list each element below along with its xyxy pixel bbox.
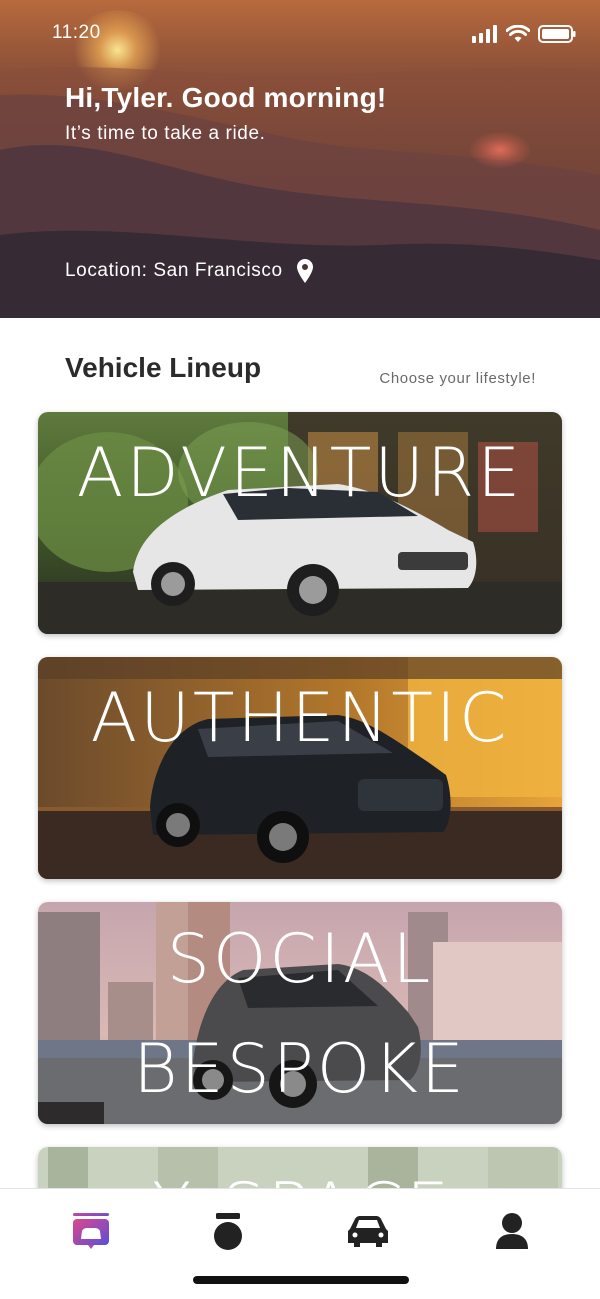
location-selector[interactable]: Location: San Francisco	[65, 259, 313, 283]
status-bar: 11:20	[0, 0, 600, 70]
orb-icon	[214, 1213, 242, 1250]
card-label-bespoke: BESPOKE	[133, 1030, 467, 1109]
tab-vehicle-lineup[interactable]	[67, 1207, 115, 1255]
lens-flare	[470, 132, 530, 168]
greeting-subtitle: It’s time to take a ride.	[65, 123, 266, 144]
location-label: Location: San Francisco	[65, 260, 283, 281]
tab-profile[interactable]	[488, 1207, 536, 1255]
card-label-social: SOCIAL	[166, 920, 434, 999]
home-indicator[interactable]	[193, 1276, 409, 1284]
lineup-card-adventure[interactable]: ADVENTURE	[38, 412, 562, 634]
card-label-authentic: AUTHENTIC	[90, 679, 510, 758]
profile-icon	[496, 1213, 528, 1249]
signal-icon	[472, 25, 497, 43]
card-label-adventure: ADVENTURE	[76, 434, 524, 513]
car-icon	[348, 1216, 388, 1247]
vehicle-lineup-icon	[73, 1213, 109, 1249]
tab-car[interactable]	[344, 1207, 392, 1255]
status-time: 11:20	[52, 22, 101, 43]
location-pin-icon[interactable]	[296, 259, 313, 283]
greeting-title: Hi,Tyler. Good morning!	[65, 82, 387, 113]
hero-banner: 11:20 Hi,Tyler. Good morning! It’s time …	[0, 0, 600, 318]
lineup-card-social-bespoke[interactable]: SOCIAL BESPOKE	[38, 902, 562, 1124]
wifi-icon	[506, 25, 530, 42]
section-subtitle: Choose your lifestyle!	[379, 370, 536, 387]
tab-orb[interactable]	[204, 1207, 252, 1255]
battery-icon	[538, 25, 576, 43]
section-title: Vehicle Lineup	[65, 352, 262, 383]
lineup-card-authentic[interactable]: AUTHENTIC	[38, 657, 562, 879]
